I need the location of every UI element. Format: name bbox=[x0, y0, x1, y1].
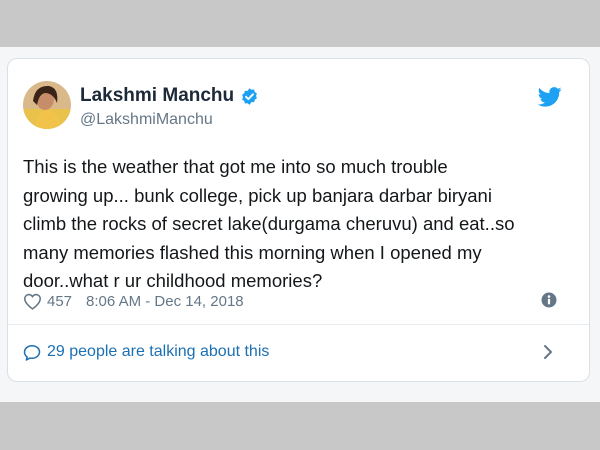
twitter-bird-icon[interactable] bbox=[538, 87, 562, 107]
info-icon[interactable] bbox=[541, 292, 557, 308]
like-count[interactable]: 457 bbox=[47, 293, 72, 310]
heart-icon[interactable] bbox=[23, 293, 42, 310]
author-handle[interactable]: @LakshmiManchu bbox=[80, 111, 213, 129]
tweet-meta: 457 8:06 AM - Dec 14, 2018 bbox=[23, 293, 244, 310]
tweet-text: This is the weather that got me into so … bbox=[23, 153, 568, 296]
tweet-text-line: growing up... bunk college, pick up banj… bbox=[23, 184, 492, 206]
verified-badge-icon bbox=[242, 87, 258, 105]
bottom-gray-band bbox=[0, 402, 600, 450]
author-name[interactable]: Lakshmi Manchu bbox=[80, 85, 259, 107]
tweet-text-line: many memories flashed this morning when … bbox=[23, 241, 482, 263]
conversation-link[interactable]: 29 people are talking about this bbox=[23, 343, 269, 361]
tweet-timestamp[interactable]: 8:06 AM - Dec 14, 2018 bbox=[86, 293, 244, 310]
top-gray-band bbox=[0, 0, 600, 47]
chevron-right-icon[interactable] bbox=[541, 344, 555, 360]
tweet-text-line: climb the rocks of secret lake(durgama c… bbox=[23, 213, 515, 234]
avatar[interactable] bbox=[23, 81, 71, 129]
divider bbox=[8, 324, 589, 325]
tweet-text-line: door..what r ur childhood memories? bbox=[23, 270, 323, 291]
speech-bubble-icon bbox=[23, 344, 41, 361]
tweet-text-line: This is the weather that got me into so … bbox=[23, 156, 448, 177]
conversation-text[interactable]: 29 people are talking about this bbox=[47, 343, 269, 361]
author-name-text[interactable]: Lakshmi Manchu bbox=[80, 85, 234, 107]
